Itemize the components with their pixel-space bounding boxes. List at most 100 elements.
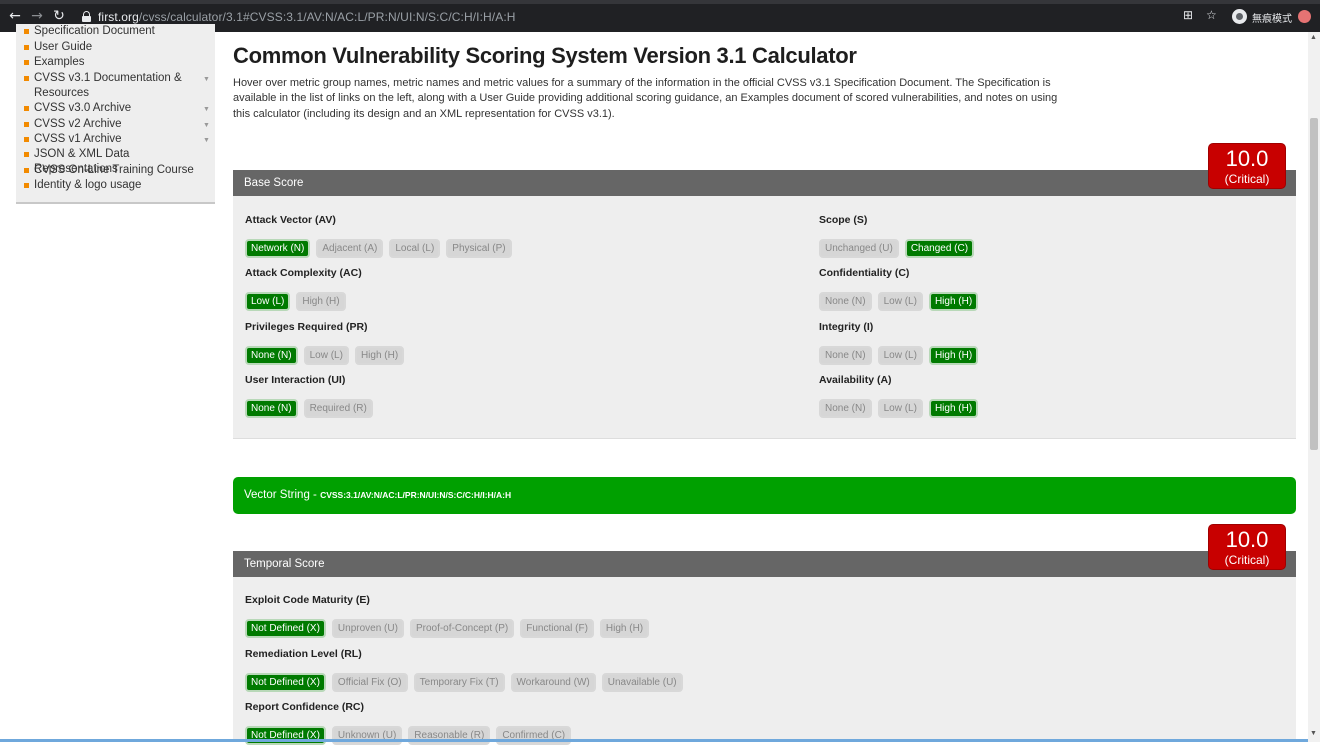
sidebar-item-label[interactable]: CVSS v3.0 Archive xyxy=(34,101,204,116)
metric-option-button[interactable]: High (H) xyxy=(599,619,650,638)
metric-option-button[interactable]: Low (L) xyxy=(877,292,923,311)
incognito-avatar-icon[interactable] xyxy=(1232,9,1247,24)
metric-option-button[interactable]: None (N) xyxy=(819,292,872,311)
forward-icon[interactable]: → xyxy=(29,8,45,24)
temporal-score-header[interactable]: Temporal Score xyxy=(233,551,1296,577)
back-icon[interactable]: ← xyxy=(7,8,23,24)
base-score-header[interactable]: Base Score xyxy=(233,170,1296,196)
metric-option-button[interactable]: Unchanged (U) xyxy=(819,239,899,258)
page-title: Common Vulnerability Scoring System Vers… xyxy=(233,43,857,68)
metric-option-button[interactable]: Adjacent (A) xyxy=(316,239,384,258)
base-score-panel: Attack Vector (AV) Network (N) Adjacent (… xyxy=(233,196,1296,439)
bullet-icon xyxy=(24,60,29,65)
chevron-down-icon[interactable]: ▼ xyxy=(203,72,210,87)
metric-options-a: None (N) Low (L) High (H) xyxy=(819,399,979,418)
metric-label-rc[interactable]: Report Confidence (RC) xyxy=(245,701,364,713)
star-icon[interactable]: ☆ xyxy=(1206,8,1217,22)
sidebar-item-label[interactable]: Identity & logo usage xyxy=(34,178,204,193)
sidebar-item-label[interactable]: CVSS On-Line Training Course xyxy=(34,163,204,178)
metric-options-pr: None (N) Low (L) High (H) xyxy=(245,346,405,365)
scrollbar-thumb[interactable] xyxy=(1310,118,1318,450)
metric-label-i[interactable]: Integrity (I) xyxy=(819,321,873,333)
chevron-down-icon[interactable]: ▼ xyxy=(203,102,210,117)
vector-string-bar: Vector String - CVSS:3.1/AV:N/AC:L/PR:N/… xyxy=(233,477,1296,514)
metric-option-button[interactable]: Temporary Fix (T) xyxy=(413,673,505,692)
metric-option-button[interactable]: Low (L) xyxy=(877,346,923,365)
bullet-icon xyxy=(24,45,29,50)
extension-icon[interactable] xyxy=(1298,10,1311,23)
temporal-score-badge: 10.0 (Critical) xyxy=(1208,524,1286,570)
sidebar-item-label[interactable]: Specification Document xyxy=(34,24,204,39)
metric-option-button[interactable]: Not Defined (X) xyxy=(245,673,326,692)
metric-option-button[interactable]: Required (R) xyxy=(303,399,373,418)
metric-label-s[interactable]: Scope (S) xyxy=(819,214,867,226)
page-scrollbar[interactable]: ▲ ▼ xyxy=(1308,32,1320,742)
lock-icon[interactable] xyxy=(82,11,91,22)
scroll-up-icon[interactable]: ▲ xyxy=(1310,34,1317,41)
metric-option-button[interactable]: Unknown (U) xyxy=(331,726,403,745)
metric-option-button[interactable]: None (N) xyxy=(819,399,872,418)
metric-option-button[interactable]: Low (L) xyxy=(245,292,291,311)
metric-option-button[interactable]: High (H) xyxy=(928,292,979,311)
metric-option-button[interactable]: Network (N) xyxy=(245,239,311,258)
metric-option-button[interactable]: High (H) xyxy=(928,399,979,418)
metric-label-ui[interactable]: User Interaction (UI) xyxy=(245,374,345,386)
metric-label-av[interactable]: Attack Vector (AV) xyxy=(245,214,336,226)
metric-option-button[interactable]: Not Defined (X) xyxy=(245,726,326,745)
reload-icon[interactable]: ↻ xyxy=(51,8,67,24)
metric-options-ac: Low (L) High (H) xyxy=(245,292,346,311)
translate-icon[interactable]: ⊞ xyxy=(1183,8,1193,22)
temporal-score-panel: Exploit Code Maturity (E) Not Defined (X… xyxy=(233,577,1296,745)
metric-label-pr[interactable]: Privileges Required (PR) xyxy=(245,321,368,333)
metric-label-a[interactable]: Availability (A) xyxy=(819,374,892,386)
sidebar-item-label[interactable]: User Guide xyxy=(34,40,204,55)
metric-option-button[interactable]: Workaround (W) xyxy=(510,673,596,692)
sidebar-item-label[interactable]: CVSS v2 Archive xyxy=(34,117,204,132)
metric-option-button[interactable]: Reasonable (R) xyxy=(408,726,491,745)
metric-option-button[interactable]: Local (L) xyxy=(389,239,441,258)
metric-option-button[interactable]: Low (L) xyxy=(303,346,349,365)
metric-label-e[interactable]: Exploit Code Maturity (E) xyxy=(245,594,370,606)
bullet-icon xyxy=(24,152,29,157)
scroll-down-icon[interactable]: ▼ xyxy=(1310,730,1317,737)
metric-option-button[interactable]: Low (L) xyxy=(877,399,923,418)
profile-label[interactable]: 無痕模式 xyxy=(1252,10,1292,25)
metric-option-button[interactable]: Proof-of-Concept (P) xyxy=(409,619,515,638)
intro-text: Hover over metric group names, metric na… xyxy=(233,77,1058,120)
url-text[interactable]: first.org/cvss/calculator/3.1#CVSS:3.1/A… xyxy=(98,10,516,24)
metric-option-button[interactable]: Not Defined (X) xyxy=(245,619,326,638)
bullet-icon xyxy=(24,122,29,127)
temporal-score-value: 10.0 xyxy=(1225,527,1269,552)
metric-option-button[interactable]: Official Fix (O) xyxy=(331,673,408,692)
metric-option-button[interactable]: None (N) xyxy=(819,346,872,365)
metric-options-av: Network (N) Adjacent (A) Local (L) Physical… xyxy=(245,239,512,258)
metric-option-button[interactable]: High (H) xyxy=(928,346,979,365)
metric-option-button[interactable]: None (N) xyxy=(245,346,298,365)
metric-option-button[interactable]: Unproven (U) xyxy=(331,619,404,638)
vector-string-value[interactable]: CVSS:3.1/AV:N/AC:L/PR:N/UI:N/S:C/C:H/I:H… xyxy=(320,490,511,500)
metric-label-ac[interactable]: Attack Complexity (AC) xyxy=(245,267,362,279)
metric-options-e: Not Defined (X) Unproven (U) Proof-of-Conc… xyxy=(245,619,650,638)
bullet-icon xyxy=(24,183,29,188)
bullet-icon xyxy=(24,137,29,142)
metric-label-c[interactable]: Confidentiality (C) xyxy=(819,267,909,279)
metric-option-button[interactable]: None (N) xyxy=(245,399,298,418)
sidebar-item-label[interactable]: Examples xyxy=(34,55,204,70)
chevron-down-icon[interactable]: ▼ xyxy=(203,118,210,133)
address-bar[interactable]: first.org/cvss/calculator/3.1#CVSS:3.1/A… xyxy=(76,5,1166,29)
metric-option-button[interactable]: High (H) xyxy=(296,292,346,311)
metric-option-button[interactable]: Confirmed (C) xyxy=(496,726,572,745)
metric-option-button[interactable]: High (H) xyxy=(354,346,405,365)
bullet-icon xyxy=(24,168,29,173)
bullet-icon xyxy=(24,29,29,34)
metric-options-i: None (N) Low (L) High (H) xyxy=(819,346,979,365)
sidebar-item-label[interactable]: CVSS v1 Archive xyxy=(34,132,204,147)
chevron-down-icon[interactable]: ▼ xyxy=(203,133,210,148)
bullet-icon xyxy=(24,106,29,111)
metric-label-rl[interactable]: Remediation Level (RL) xyxy=(245,648,362,660)
metric-option-button[interactable]: Changed (C) xyxy=(904,239,975,258)
metric-option-button[interactable]: Unavailable (U) xyxy=(601,673,683,692)
sidebar-item-label[interactable]: CVSS v3.1 Documentation & Resources xyxy=(34,71,204,101)
metric-option-button[interactable]: Functional (F) xyxy=(520,619,594,638)
metric-option-button[interactable]: Physical (P) xyxy=(446,239,512,258)
